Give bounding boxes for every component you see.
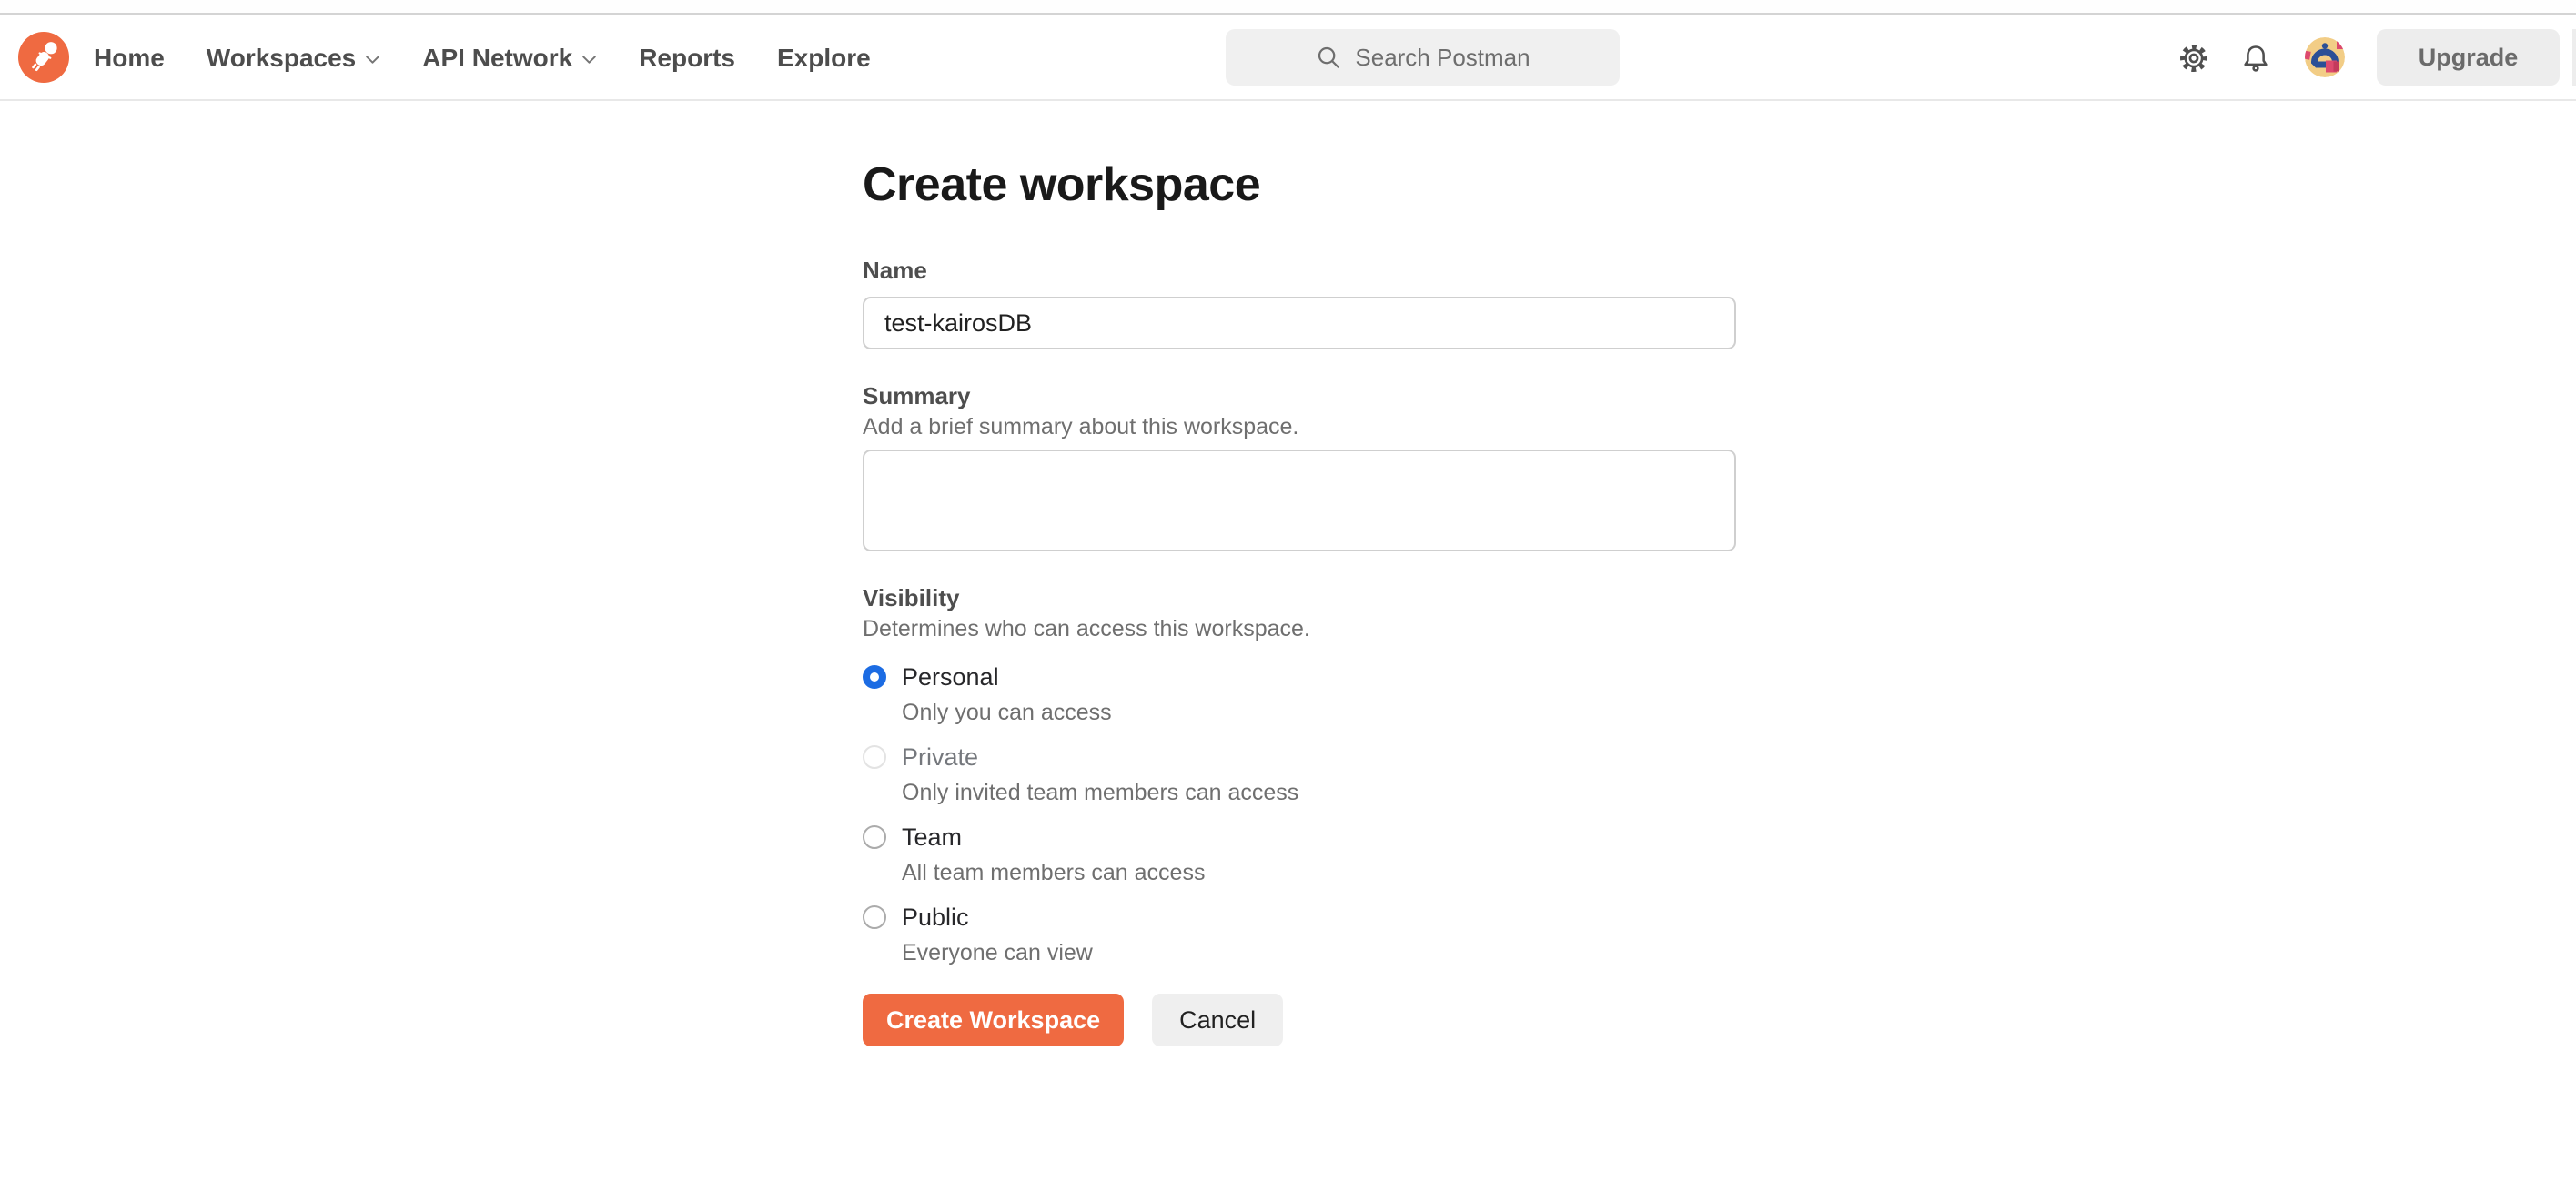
summary-label: Summary [863, 382, 971, 409]
radio-help-text: Only you can access [902, 700, 1112, 725]
name-label: Name [863, 257, 927, 284]
top-navigation-bar: Home Workspaces API Network Reports Expl… [0, 15, 2576, 101]
nav-item-explore[interactable]: Explore [777, 44, 871, 73]
create-workspace-form: Create workspace Name Summary Add a brie… [863, 157, 1736, 1046]
notifications-button[interactable] [2237, 39, 2275, 77]
nav-item-workspaces[interactable]: Workspaces [207, 44, 380, 73]
nav-label: Reports [639, 43, 735, 72]
radio-button-disabled [863, 745, 886, 769]
create-workspace-button[interactable]: Create Workspace [863, 994, 1125, 1046]
visibility-options: Personal Only you can access Private Onl… [863, 662, 1736, 966]
nav-label: Explore [777, 43, 871, 72]
radio-option-private[interactable]: Private Only invited team members can ac… [863, 743, 1736, 806]
settings-button[interactable] [2175, 39, 2213, 77]
chevron-down-icon [366, 56, 380, 64]
workspace-name-input[interactable] [863, 297, 1736, 349]
radio-help-text: All team members can access [902, 860, 1206, 885]
radio-button-selected[interactable] [863, 665, 886, 689]
gear-icon [2180, 45, 2207, 72]
search-icon [1318, 46, 1340, 68]
upgrade-label: Upgrade [2418, 43, 2519, 71]
radio-label[interactable]: Public [902, 904, 969, 932]
page-title: Create workspace [863, 158, 1261, 211]
postman-logo-icon[interactable] [18, 32, 69, 83]
radio-option-team[interactable]: Team All team members can access [863, 823, 1736, 886]
radio-option-public[interactable]: Public Everyone can view [863, 903, 1736, 966]
nav-item-api-network[interactable]: API Network [422, 44, 597, 73]
primary-nav: Home Workspaces API Network Reports Expl… [94, 15, 871, 101]
radio-button[interactable] [863, 905, 886, 929]
radio-label: Private [902, 743, 979, 771]
chevron-down-icon [582, 56, 597, 64]
upgrade-dropdown-button[interactable] [2572, 29, 2576, 86]
radio-option-personal[interactable]: Personal Only you can access [863, 662, 1736, 726]
radio-help-text: Everyone can view [902, 940, 1093, 965]
upgrade-button[interactable]: Upgrade [2377, 29, 2560, 86]
radio-label[interactable]: Team [902, 823, 962, 852]
search-placeholder: Search Postman [1355, 43, 1530, 71]
bell-icon [2244, 45, 2268, 72]
nav-label: Home [94, 43, 165, 72]
nav-label: Workspaces [206, 43, 357, 72]
visibility-help-text: Determines who can access this workspace… [863, 616, 1310, 642]
nav-item-reports[interactable]: Reports [639, 44, 735, 73]
cancel-button[interactable]: Cancel [1152, 994, 1284, 1046]
radio-help-text: Only invited team members can access [902, 780, 1299, 805]
radio-button[interactable] [863, 825, 886, 849]
form-actions: Create Workspace Cancel [863, 994, 1736, 1046]
postman-app: Home Workspaces API Network Reports Expl… [0, 0, 2576, 1182]
visibility-label: Visibility [863, 584, 960, 611]
avatar-icon [2305, 37, 2345, 77]
summary-help-text: Add a brief summary about this workspace… [863, 414, 1299, 439]
nav-label: API Network [422, 43, 573, 72]
page-top-divider [0, 0, 2576, 15]
search-input[interactable]: Search Postman [1226, 29, 1620, 86]
nav-item-home[interactable]: Home [94, 44, 165, 73]
user-avatar[interactable] [2305, 37, 2345, 77]
radio-label[interactable]: Personal [902, 663, 999, 692]
workspace-summary-textarea[interactable] [863, 450, 1736, 551]
